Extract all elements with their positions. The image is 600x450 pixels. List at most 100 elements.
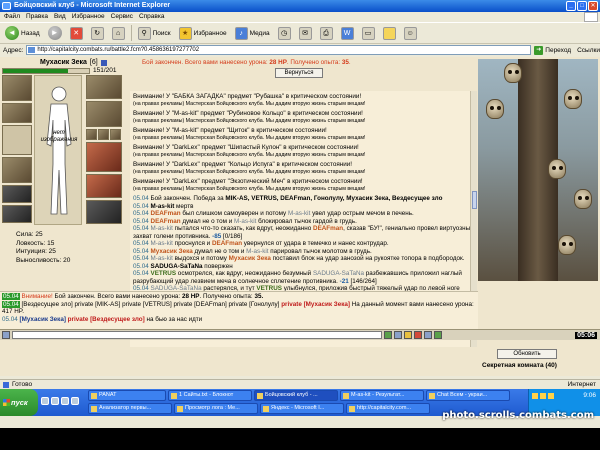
edit-icon: W (340, 26, 354, 40)
chat-line: 05.04 [Вездесущее зло] private [MIK-AS] … (2, 300, 476, 316)
exit-icon[interactable] (434, 331, 442, 339)
amulet-slot[interactable] (2, 103, 32, 123)
skull-decoration (574, 189, 592, 209)
fighter-name[interactable]: DEAFman (151, 218, 181, 225)
return-button[interactable]: Вернуться (275, 67, 323, 78)
weapon-slot[interactable] (2, 125, 32, 155)
send-icon[interactable] (384, 331, 392, 339)
menu-help[interactable]: Справка (139, 12, 165, 22)
chat-input[interactable] (12, 331, 382, 339)
menu-favorites[interactable]: Избранное (72, 12, 105, 22)
quicklaunch-icon[interactable] (71, 397, 79, 405)
log-text: [0/186] (221, 232, 243, 240)
chat-mode-icon[interactable] (2, 331, 10, 339)
shield-slot[interactable] (86, 101, 122, 127)
menu-bar: Файл Правка Вид Избранное Сервис Справка (0, 12, 600, 22)
info-icon[interactable] (100, 59, 107, 66)
media-label: Медиа (249, 29, 270, 37)
armor-slot[interactable] (2, 157, 32, 183)
log-text: был слишком самоуверен и потому (180, 210, 288, 217)
fighter-name[interactable]: DEAFman (151, 210, 181, 217)
home-button[interactable]: ⌂ (110, 24, 127, 42)
task-button[interactable]: Яндекс - Microsoft I... (260, 403, 344, 414)
maximize-button[interactable]: □ (577, 1, 587, 11)
belt-slot[interactable] (2, 185, 32, 203)
skull-decoration (564, 89, 582, 109)
back-button[interactable]: ◄ Назад (3, 24, 42, 42)
history-button[interactable]: ◷ (276, 24, 293, 42)
refresh-button[interactable]: ↻ (89, 24, 106, 42)
menu-file[interactable]: Файл (4, 12, 20, 22)
print-button[interactable]: ⎙ (318, 24, 335, 42)
quicklaunch-icon[interactable] (51, 397, 59, 405)
fighter-name[interactable]: VETRUS (151, 270, 177, 277)
fighter-name[interactable]: MIK-AS, VETRUS, DEAFman, Гонолулу, Мухас… (225, 195, 442, 202)
fighter-name[interactable]: Мухасик Зека (229, 255, 271, 262)
mail-button[interactable]: ✉ (297, 24, 314, 42)
discuss-button[interactable]: ▭ (360, 24, 377, 42)
earrings-slot[interactable] (86, 75, 122, 99)
log-timestamp: 05.04 (133, 195, 151, 202)
fighter-name[interactable]: M-as-kit (151, 203, 175, 210)
messenger-button[interactable]: ☺ (402, 24, 419, 42)
fighter-name[interactable]: DEAFman (212, 240, 242, 247)
menu-edit[interactable]: Правка (26, 12, 48, 22)
fighter-name[interactable]: DEAFman (313, 225, 343, 232)
fighter-name[interactable]: Мухасик Зека (151, 248, 193, 255)
offhand-slot[interactable] (86, 142, 122, 172)
filter-icon[interactable] (404, 331, 412, 339)
warning-item: Внимание! У "M-as-kit" предмет "Рубиново… (133, 110, 474, 125)
favorites-button[interactable]: ★ Избранное (177, 24, 229, 42)
ring-slot-1[interactable] (86, 129, 97, 140)
edit-button[interactable]: W (339, 24, 356, 42)
character-name[interactable]: Мухасик Зека (40, 59, 87, 66)
task-button[interactable]: 1 Сайты.txt - Блокнот (168, 390, 252, 401)
minimize-button[interactable]: _ (566, 1, 576, 11)
media-button[interactable]: ♪ Медиа (233, 24, 272, 42)
task-button[interactable]: Chat Всем - украи... (426, 390, 510, 401)
task-button[interactable]: Бойцовский клуб - ... (254, 390, 338, 401)
folder-button[interactable] (381, 24, 398, 42)
chat-private[interactable]: private [Мухасик Зека] (281, 301, 350, 308)
leggings-slot[interactable] (86, 174, 122, 198)
boots-slot[interactable] (86, 200, 122, 224)
tray-icon[interactable] (548, 393, 554, 399)
skull-decoration (558, 235, 576, 255)
refresh-chat-button[interactable]: Обновить (497, 349, 557, 359)
menu-tools[interactable]: Сервис (111, 12, 133, 22)
chat-private[interactable]: private [Вездесущее зло] (68, 316, 145, 323)
ring-slot-3[interactable] (110, 129, 121, 140)
smile-icon[interactable] (394, 331, 402, 339)
start-button[interactable]: пуск (0, 389, 38, 416)
tray-icon[interactable] (532, 393, 538, 399)
forward-button[interactable]: ► (46, 24, 64, 42)
translit-icon[interactable] (424, 331, 432, 339)
task-button[interactable]: Просмотр лога : Ме... (174, 403, 258, 414)
menu-view[interactable]: Вид (54, 12, 66, 22)
quicklaunch-icon[interactable] (41, 397, 49, 405)
log-scroll-thumb[interactable] (472, 191, 477, 209)
go-button[interactable]: ➜ Переход (534, 45, 571, 55)
task-button[interactable]: Анализатор первы... (88, 403, 172, 414)
chat-text: . Получено опыта: (199, 293, 255, 300)
log-line: 05.04 VETRUS осмотрелся, как вдруг, неож… (133, 270, 474, 285)
task-button[interactable]: http://capitalcity.com... (346, 403, 430, 414)
close-button[interactable]: ✕ (588, 1, 598, 11)
print-icon: ⎙ (319, 26, 333, 40)
quicklaunch-icon[interactable] (61, 397, 69, 405)
warning-text: Внимание! У "DarkLex" предмет "Кольцо Ис… (133, 161, 352, 168)
gloves-slot[interactable] (2, 205, 32, 223)
helmet-slot[interactable] (2, 75, 32, 101)
task-button[interactable]: M-as-kit - Результат... (340, 390, 424, 401)
tray-icon[interactable] (540, 393, 546, 399)
ring-slot-2[interactable] (98, 129, 109, 140)
links-label[interactable]: Ссылки (577, 47, 600, 54)
search-button[interactable]: ⚲ Поиск (136, 24, 173, 42)
fighter-name[interactable]: SADUGA-SaTaNa (151, 263, 203, 270)
task-button[interactable]: PANAT (88, 390, 166, 401)
chat-sender[interactable]: [Мухасик Зека] (20, 316, 66, 323)
stop-button[interactable]: ✕ (68, 24, 85, 42)
secret-room-label[interactable]: Секретная комната (40) (482, 362, 598, 369)
clear-icon[interactable] (414, 331, 422, 339)
address-input[interactable]: http://capitalcity.combats.ru/battle2.fc… (26, 45, 532, 55)
